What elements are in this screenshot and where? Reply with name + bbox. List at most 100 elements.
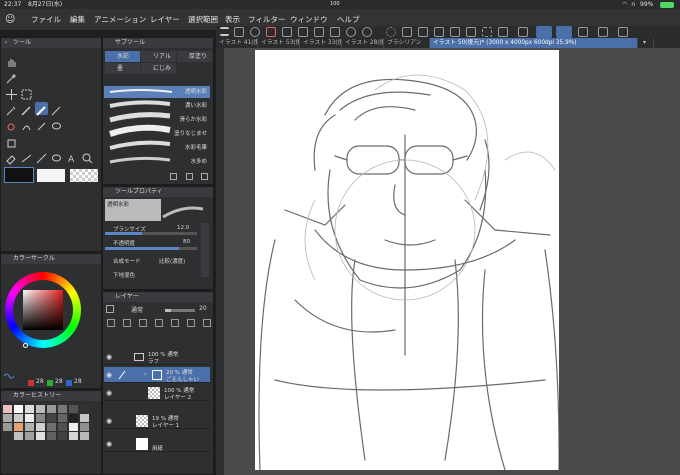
layer-row-selected[interactable]: ◉ › 20 % 通常 ごえんしゃい — [104, 367, 210, 383]
menu-icon[interactable] — [220, 27, 229, 36]
history-swatch[interactable] — [58, 432, 67, 440]
canvas-paper[interactable] — [255, 50, 559, 470]
brush-tool-icon[interactable] — [35, 102, 48, 116]
undo-icon[interactable] — [346, 27, 356, 37]
doc-tab[interactable]: イラスト 28(復 — [342, 38, 384, 48]
new-subtool-icon[interactable] — [186, 173, 193, 180]
history-swatch[interactable] — [14, 405, 23, 413]
eraser-icon[interactable] — [5, 150, 18, 165]
history-swatch[interactable] — [14, 414, 23, 422]
doc-tab[interactable]: イラスト 41(復元) — [216, 38, 258, 48]
history-swatch[interactable] — [80, 414, 89, 422]
layer-lock-icon[interactable] — [139, 319, 147, 327]
redo-icon[interactable] — [362, 27, 372, 37]
history-swatch[interactable] — [47, 432, 56, 440]
color-picker-cursor[interactable] — [23, 343, 28, 348]
quick-access-icon[interactable] — [598, 27, 608, 37]
doc-tab[interactable]: ブラシリアン — [384, 38, 430, 48]
history-swatch[interactable] — [58, 414, 67, 422]
history-swatch[interactable] — [14, 432, 23, 440]
layer-reference-icon[interactable] — [123, 319, 131, 327]
record-icon[interactable] — [266, 27, 276, 37]
print-icon[interactable] — [298, 27, 308, 37]
new-doc-icon[interactable] — [234, 27, 244, 37]
ruler-icon[interactable] — [518, 27, 528, 37]
select-all-icon[interactable] — [466, 27, 476, 37]
history-swatch[interactable] — [47, 414, 56, 422]
menu-animation[interactable]: アニメーション — [94, 9, 146, 31]
lasso-icon[interactable] — [50, 118, 63, 131]
brush-size-value[interactable]: 12.0 — [177, 225, 189, 231]
history-swatch[interactable] — [80, 432, 89, 440]
opacity-value[interactable]: 80 — [183, 239, 190, 245]
menu-edit[interactable]: 編集 — [70, 9, 85, 31]
layer-row[interactable]: ◉ 用紙 — [104, 436, 210, 452]
blend-tool-icon[interactable] — [35, 118, 48, 131]
stabilizer-icon[interactable] — [536, 26, 552, 38]
history-swatch[interactable] — [14, 423, 23, 431]
expand-icon[interactable]: › — [144, 371, 146, 378]
loading-icon[interactable] — [386, 27, 396, 37]
layer-blend-mode[interactable]: 通常 — [131, 305, 143, 314]
vector-snap-icon[interactable] — [556, 26, 572, 38]
pen-icon[interactable] — [20, 102, 33, 116]
history-swatch[interactable] — [47, 405, 56, 413]
deselect-icon[interactable] — [482, 27, 492, 37]
layer-opacity-value[interactable]: 20 — [199, 305, 207, 312]
history-swatch[interactable] — [47, 423, 56, 431]
color-mode-icon[interactable] — [3, 366, 15, 379]
panel-collapse-icon[interactable]: « — [4, 39, 8, 46]
brush-size-slider[interactable] — [105, 232, 197, 235]
subtool-tab-thick[interactable]: 厚塗り — [177, 51, 212, 62]
fill-icon[interactable] — [418, 27, 428, 37]
airbrush-icon[interactable] — [5, 118, 18, 131]
app-logo-icon[interactable]: ☺ — [5, 9, 15, 31]
gradient-icon[interactable] — [20, 150, 33, 163]
layer-delete-icon[interactable] — [203, 319, 211, 327]
eye-icon[interactable]: ◉ — [106, 371, 112, 379]
history-swatch[interactable] — [36, 405, 45, 413]
transparent-color-swatch[interactable] — [70, 169, 98, 182]
subtool-tab-real[interactable]: リアル — [141, 51, 176, 62]
doc-tab-active[interactable]: イラスト 50(復元)* (3000 x 4000px 600dpi 35.9%… — [430, 38, 638, 48]
history-swatch[interactable] — [3, 423, 12, 431]
menu-layer[interactable]: レイヤー — [150, 9, 180, 31]
figure-tool-icon[interactable] — [35, 150, 48, 164]
history-swatch[interactable] — [69, 414, 78, 422]
history-swatch[interactable] — [36, 432, 45, 440]
move-tool-icon[interactable] — [5, 86, 18, 100]
delete-subtool-icon[interactable] — [201, 173, 208, 180]
layer-clip-icon[interactable] — [107, 319, 115, 327]
layer-mask-icon[interactable] — [155, 319, 163, 327]
subtool-tab-bleed[interactable]: にじみ — [141, 63, 176, 74]
history-swatch[interactable] — [80, 423, 89, 431]
share-icon[interactable] — [330, 27, 340, 37]
tab-list-icon[interactable]: ▾ — [640, 38, 654, 48]
history-swatch[interactable] — [25, 423, 34, 431]
history-swatch[interactable] — [3, 414, 12, 422]
property-side-bar[interactable] — [201, 223, 209, 277]
history-swatch[interactable] — [69, 432, 78, 440]
main-color-swatch[interactable] — [4, 167, 34, 183]
subtool-tab-ink[interactable]: 墨 — [105, 63, 140, 74]
history-swatch[interactable] — [36, 414, 45, 422]
sub-color-swatch[interactable] — [37, 169, 65, 182]
history-swatch[interactable] — [25, 432, 34, 440]
layer-row[interactable]: ◉ 100 % 通常 ラフ — [104, 349, 210, 365]
balloon-icon[interactable] — [50, 150, 63, 163]
eye-icon[interactable]: ◉ — [106, 389, 112, 397]
layer-prop-icon[interactable] — [106, 305, 114, 313]
copy-subtool-icon[interactable] — [170, 173, 177, 180]
history-swatch[interactable] — [36, 423, 45, 431]
clear-icon[interactable] — [402, 27, 412, 37]
fill-bucket-icon[interactable] — [5, 134, 18, 148]
history-swatch[interactable] — [80, 405, 89, 413]
layer-row[interactable]: ◉ 19 % 通常 レイヤー 1 — [104, 413, 210, 429]
menu-selection[interactable]: 選択範囲 — [188, 9, 218, 31]
opacity-slider[interactable] — [105, 247, 197, 250]
history-swatch[interactable] — [58, 405, 67, 413]
save-icon[interactable] — [282, 27, 292, 37]
layer-row[interactable]: ◉ 100 % 通常 レイヤー 2 — [104, 385, 210, 401]
edit-icon[interactable] — [578, 27, 588, 37]
eye-icon[interactable]: ◉ — [106, 353, 112, 361]
